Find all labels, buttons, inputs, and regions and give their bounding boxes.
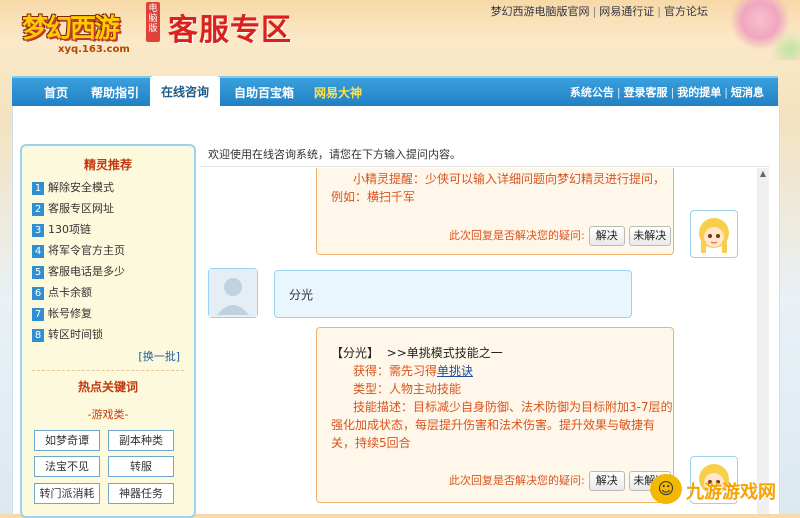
skill-obtain: 获得：需先习得单挑诀: [353, 362, 473, 380]
item-label: 客服电话是多少: [48, 265, 125, 278]
subnav-bar: [12, 106, 780, 134]
keyword-button[interactable]: 如梦奇谭: [34, 430, 100, 451]
divider: [32, 370, 184, 371]
switch-batch-link[interactable]: [换一批]: [138, 348, 180, 364]
keywords-title: 热点关键词: [77, 380, 138, 394]
sidebar: 精灵推荐 1 解除安全模式 2 客服专区网址 3 130项链 4 将军令官方主页 5 客服…: [20, 144, 196, 518]
gamepad-icon: ☺: [650, 474, 682, 504]
page-title: 客服专区: [168, 13, 292, 48]
feedback-question: 此次回复是否解决您的疑问:: [449, 474, 585, 487]
sidebar-item[interactable]: 1 解除安全模式: [32, 178, 114, 198]
my-tickets-link[interactable]: 我的提单: [677, 86, 721, 99]
user-avatar: [208, 268, 258, 318]
reply-line: 例如：横扫千军: [331, 190, 416, 204]
item-number: 2: [32, 202, 44, 216]
logo-url: xyq.163.com: [58, 44, 130, 55]
item-number: 8: [32, 328, 44, 342]
unresolved-button[interactable]: 未解决: [628, 226, 671, 246]
feedback-question: 此次回复是否解决您的疑问:: [449, 229, 585, 242]
sidebar-item[interactable]: 7 帐号修复: [32, 304, 92, 324]
item-label: 将军令官方主页: [48, 244, 125, 257]
item-label: 解除安全模式: [48, 181, 114, 194]
item-label: 客服专区网址: [48, 202, 114, 215]
user-message-text: 分光: [289, 288, 314, 302]
system-notice-link[interactable]: 系统公告: [570, 86, 614, 99]
feedback-row: 此次回复是否解决您的疑问: 解决 未解决: [449, 226, 671, 246]
scroll-up-icon[interactable]: ▲: [757, 168, 769, 180]
resolved-button[interactable]: 解决: [588, 226, 625, 246]
assistant-avatar: [690, 210, 738, 258]
scrollbar[interactable]: [757, 168, 769, 514]
tab-online-consult[interactable]: 在线咨询: [150, 76, 220, 108]
user-message-bubble: 分光: [274, 270, 632, 318]
item-number: 7: [32, 307, 44, 321]
item-number: 5: [32, 265, 44, 279]
sidebar-item[interactable]: 8 转区时间锁: [32, 325, 103, 345]
feedback-row: 此次回复是否解决您的疑问: 解决 未解决: [449, 471, 671, 491]
skill-type: 类型：人物主动技能: [353, 382, 462, 396]
item-label: 点卡余额: [48, 286, 92, 299]
sidebar-item[interactable]: 3 130项链: [32, 220, 91, 240]
item-number: 3: [32, 223, 44, 237]
keyword-button[interactable]: 转服: [108, 456, 174, 477]
item-label: 130项链: [48, 223, 91, 236]
keyword-category: -游戏类-: [87, 408, 129, 421]
sidebar-item[interactable]: 5 客服电话是多少: [32, 262, 125, 282]
tab-help[interactable]: 帮助指引: [86, 78, 144, 108]
resolved-button[interactable]: 解决: [588, 471, 625, 491]
skill-desc-line: 强化加成状态，每层提升伤害和法术伤害。提升效果与敏捷有: [331, 418, 656, 432]
keyword-button[interactable]: 神器任务: [108, 483, 174, 504]
skill-category-link[interactable]: >>单挑模式技能之一: [387, 346, 503, 360]
forum-link[interactable]: 官方论坛: [664, 5, 708, 18]
welcome-text: 欢迎使用在线咨询系统，请您在下方输入提问内容。: [208, 148, 461, 161]
decorative-bubble: [720, 0, 800, 60]
reply-line: 小精灵提醒：少侠可以输入详细问题向梦幻精灵进行提问，: [353, 172, 666, 186]
user-placeholder-icon: [209, 269, 257, 317]
official-site-link[interactable]: 梦幻西游电脑版官网: [491, 5, 590, 18]
item-label: 转区时间锁: [48, 328, 103, 341]
obtain-prefix: 获得：需先习得: [353, 364, 438, 378]
passport-link[interactable]: 网易通行证: [599, 5, 654, 18]
fairy-icon: [699, 218, 729, 253]
skill-header: 【分光】 >>单挑模式技能之一: [331, 344, 661, 362]
item-number: 1: [32, 181, 44, 195]
obtain-skill-link[interactable]: 单挑诀: [437, 364, 473, 378]
tab-self-service[interactable]: 自助百宝箱: [226, 78, 302, 108]
nav-right-links: 系统公告 | 登录客服 | 我的提单 | 短消息: [569, 86, 764, 99]
sidebar-item[interactable]: 2 客服专区网址: [32, 199, 114, 219]
keyword-button[interactable]: 转门派消耗: [34, 483, 100, 504]
tab-netease-dashen[interactable]: 网易大神: [306, 78, 370, 108]
sidebar-item[interactable]: 4 将军令官方主页: [32, 241, 125, 261]
game-logo[interactable]: 梦幻西游: [22, 8, 120, 45]
messages-link[interactable]: 短消息: [731, 86, 764, 99]
main-nav: 首页 帮助指引 在线咨询 自助百宝箱 网易大神 系统公告 | 登录客服 | 我的提单 | 短…: [12, 76, 778, 108]
keyword-button[interactable]: 副本种类: [108, 430, 174, 451]
login-service-link[interactable]: 登录客服: [624, 86, 668, 99]
top-links: 梦幻西游电脑版官网 | 网易通行证 | 官方论坛: [490, 5, 708, 18]
skill-desc-line: 关，持续5回合: [331, 436, 411, 450]
sidebar-item[interactable]: 6 点卡余额: [32, 283, 92, 303]
skill-title: 【分光】: [331, 346, 380, 360]
keyword-button[interactable]: 法宝不见: [34, 456, 100, 477]
skill-desc-line: 技能描述：目标减少自身防御、法术防御为目标附加3-7层的: [353, 400, 673, 414]
site-watermark: ☺ 九游游戏网: [650, 470, 800, 510]
system-reply-bubble: 【分光】 >>单挑模式技能之一 获得：需先习得单挑诀 类型：人物主动技能 技能描…: [316, 327, 674, 503]
logo-tag: 电脑版: [146, 2, 160, 42]
item-number: 4: [32, 244, 44, 258]
tab-home[interactable]: 首页: [34, 78, 78, 108]
recommend-title: 精灵推荐: [83, 158, 132, 172]
item-label: 帐号修复: [48, 307, 92, 320]
watermark-text: 九游游戏网: [686, 482, 776, 503]
system-reply-bubble: 小精灵提醒：少侠可以输入详细问题向梦幻精灵进行提问， 例如：横扫千军 此次回复是…: [316, 168, 674, 255]
item-number: 6: [32, 286, 44, 300]
